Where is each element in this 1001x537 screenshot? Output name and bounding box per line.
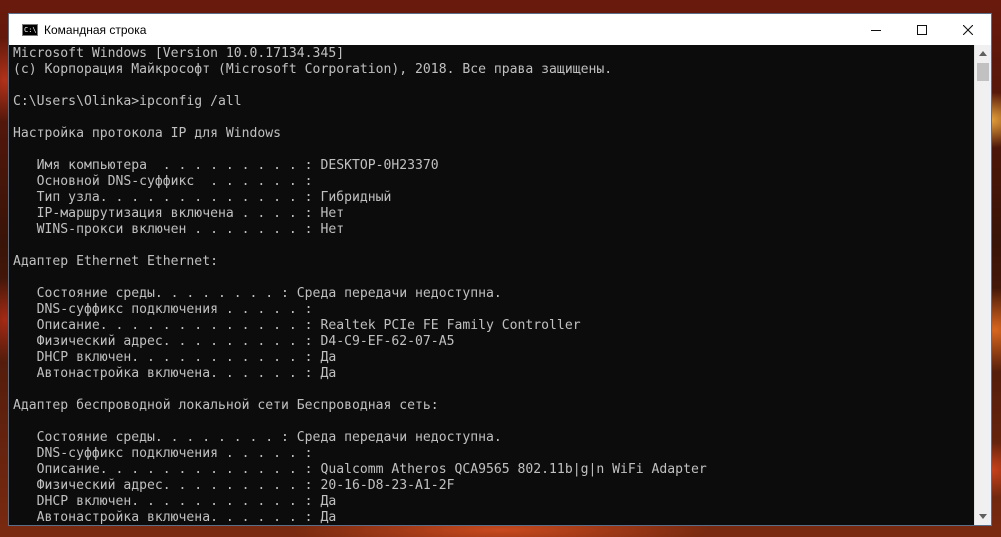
cmd-icon[interactable]: C:\.: [22, 23, 38, 36]
console-line: DHCP включен. . . . . . . . . . . : Да: [13, 350, 337, 365]
console-line: Физический адрес. . . . . . . . . : D4-C…: [13, 334, 455, 349]
console-line: Физический адрес. . . . . . . . . : 20-1…: [13, 478, 455, 493]
console-line: WINS-прокси включен . . . . . . . : Нет: [13, 222, 345, 237]
console-line: DNS-суффикс подключения . . . . . :: [13, 302, 313, 317]
console-line: Состояние среды. . . . . . . . : Среда п…: [13, 430, 502, 445]
close-button[interactable]: [945, 14, 991, 45]
console-line: Тип узла. . . . . . . . . . . . . : Гибр…: [13, 190, 392, 205]
close-icon: [963, 24, 973, 35]
chevron-down-icon: [979, 514, 987, 519]
console-line: Описание. . . . . . . . . . . . . : Qual…: [13, 462, 707, 477]
scroll-down-button[interactable]: [975, 508, 991, 525]
console-line: DHCP включен. . . . . . . . . . . : Да: [13, 494, 337, 509]
scroll-up-button[interactable]: [975, 45, 991, 62]
minimize-icon: [871, 29, 881, 31]
console-line: (c) Корпорация Майкрософт (Microsoft Cor…: [13, 62, 613, 77]
console-line: Автонастройка включена. . . . . . : Да: [13, 366, 337, 381]
console-line: IP-маршрутизация включена . . . . : Нет: [13, 206, 345, 221]
title-bar[interactable]: C:\. Командная строка: [9, 14, 991, 45]
window-controls: [853, 14, 991, 45]
console-line: C:\Users\Olinka>ipconfig /all: [13, 94, 242, 109]
console-output[interactable]: Microsoft Windows [Version 10.0.17134.34…: [9, 45, 974, 525]
console-line: Основной DNS-суффикс . . . . . . :: [13, 174, 313, 189]
maximize-button[interactable]: [899, 14, 945, 45]
console-line: DNS-суффикс подключения . . . . . :: [13, 446, 313, 461]
console-line: Имя компьютера . . . . . . . . . : DESKT…: [13, 158, 439, 173]
command-prompt-window[interactable]: C:\. Командная строка Microsoft Windows …: [8, 13, 992, 526]
console-line: Состояние среды. . . . . . . . : Среда п…: [13, 286, 502, 301]
minimize-button[interactable]: [853, 14, 899, 45]
console-line: Microsoft Windows [Version 10.0.17134.34…: [13, 46, 345, 61]
chevron-up-icon: [979, 51, 987, 56]
console-line: Адаптер беспроводной локальной сети Бесп…: [13, 398, 439, 413]
console-line: Описание. . . . . . . . . . . . . : Real…: [13, 318, 581, 333]
maximize-icon: [917, 24, 927, 35]
scrollbar-thumb[interactable]: [977, 63, 989, 81]
window-title: Командная строка: [44, 22, 147, 37]
vertical-scrollbar[interactable]: [974, 45, 991, 525]
console-line: Адаптер Ethernet Ethernet:: [13, 254, 218, 269]
console-line: Настройка протокола IP для Windows: [13, 126, 282, 141]
console-line: Автонастройка включена. . . . . . : Да: [13, 510, 337, 525]
